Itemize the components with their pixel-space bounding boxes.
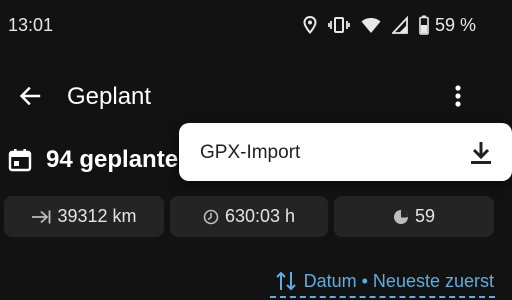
status-bar: 13:01 59 %: [0, 0, 512, 48]
pie-icon: [393, 209, 409, 225]
vibrate-icon: [328, 16, 350, 34]
overflow-menu: GPX-Import: [179, 123, 512, 181]
route-arrow-icon: [31, 209, 51, 225]
distance-value: 39312 km: [57, 206, 137, 226]
more-options-button[interactable]: [446, 82, 470, 110]
back-button[interactable]: [16, 82, 44, 110]
distance-stat-chip: 39312 km: [4, 196, 164, 237]
status-icons: 59 %: [303, 14, 476, 36]
sort-underline: [270, 296, 495, 298]
sort-arrows-icon: [275, 270, 297, 292]
battery-icon: [419, 15, 429, 35]
menu-item-gpx-import[interactable]: GPX-Import: [179, 123, 512, 181]
count-value: 59: [414, 206, 436, 226]
location-icon: [303, 16, 317, 34]
wifi-icon: [361, 16, 381, 34]
menu-item-label: GPX-Import: [200, 142, 301, 163]
download-icon: [471, 142, 491, 164]
count-stat-chip: 59: [334, 196, 494, 237]
cell-signal-icon: [391, 16, 408, 34]
app-bar: Geplant: [0, 70, 512, 122]
more-vert-icon: [455, 85, 461, 107]
battery-percentage: 59 %: [434, 14, 476, 35]
arrow-left-icon: [19, 86, 41, 106]
app-screen: 13:01 59 % Geplant 94 geplante 39312 km …: [0, 0, 512, 300]
status-time: 13:01: [8, 15, 54, 35]
page-title: Geplant: [67, 83, 152, 110]
duration-stat-chip: 630:03 h: [170, 196, 328, 237]
duration-value: 630:03 h: [224, 206, 296, 226]
section-header: 94 geplante: [8, 144, 178, 176]
sort-label: Datum • Neueste zuerst: [303, 270, 494, 291]
section-title: 94 geplante: [46, 146, 179, 173]
clock-icon: [203, 209, 219, 225]
calendar-icon: [8, 149, 32, 172]
sort-control[interactable]: Datum • Neueste zuerst: [275, 270, 494, 292]
